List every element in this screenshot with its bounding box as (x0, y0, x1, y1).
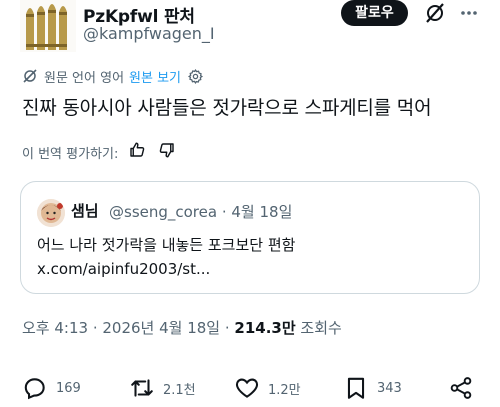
rate-translation: 이 번역 평가하기: (22, 142, 176, 162)
quote-link[interactable]: x.com/aipinfu2003/st... (37, 258, 210, 280)
bookmark-icon (347, 377, 365, 399)
repost-icon (131, 379, 153, 397)
gear-icon[interactable] (187, 68, 204, 85)
reply-icon (24, 378, 45, 400)
quote-author-name[interactable]: 샘님 (71, 200, 99, 221)
tweet-header: PzKpfwl 판처 @kampfwagen_I 팔로우 (0, 0, 500, 54)
quoted-tweet-card[interactable]: 샘님 @sseng_corea · 4월 18일 어느 나라 젓가락을 내놓든 … (20, 181, 480, 294)
follow-button[interactable]: 팔로우 (341, 0, 408, 26)
show-original-link[interactable]: 원본 보기 (129, 67, 181, 86)
repost-button[interactable]: 2.1천 (129, 372, 196, 404)
thumbs-down-icon[interactable] (158, 141, 176, 163)
quote-author-handle-date: @sseng_corea · 4월 18일 (109, 203, 293, 221)
timestamp[interactable]: 오후 4:13 · 2026년 4월 18일 · (22, 319, 234, 337)
author-handle[interactable]: @kampfwagen_I (83, 24, 215, 43)
reply-button[interactable]: 169 (22, 372, 81, 404)
grok-icon[interactable] (424, 2, 446, 24)
action-bar: 169 2.1천 1.2만 343 (0, 372, 500, 404)
share-icon (450, 377, 472, 399)
more-icon[interactable] (458, 2, 480, 24)
heart-icon (235, 378, 259, 398)
bookmark-count: 343 (377, 380, 402, 396)
like-count: 1.2만 (268, 382, 301, 398)
quote-text: 어느 나라 젓가락을 내놓든 포크보단 편함 (37, 236, 296, 254)
like-button[interactable]: 1.2만 (234, 372, 301, 404)
repost-count: 2.1천 (163, 382, 196, 398)
translation-info: 원문 언어 영어 원본 보기 (22, 66, 204, 86)
quote-author-avatar[interactable] (37, 199, 65, 227)
views-label: 조회수 (295, 319, 342, 337)
views-count: 214.3만 (234, 319, 296, 337)
tweet-text: 진짜 동아시아 사람들은 젓가락으로 스파게티를 먹어 (22, 97, 432, 119)
translate-grok-icon (22, 68, 38, 84)
tweet-meta: 오후 4:13 · 2026년 4월 18일 · 214.3만 조회수 (22, 317, 342, 338)
rate-translation-label: 이 번역 평가하기: (22, 146, 119, 162)
reply-count: 169 (56, 380, 81, 396)
original-language-text: 원문 언어 영어 (44, 70, 125, 86)
author-avatar[interactable] (20, 0, 76, 52)
thumbs-up-icon[interactable] (128, 141, 146, 163)
bookmark-button[interactable]: 343 (343, 372, 402, 404)
share-button[interactable] (448, 372, 482, 404)
